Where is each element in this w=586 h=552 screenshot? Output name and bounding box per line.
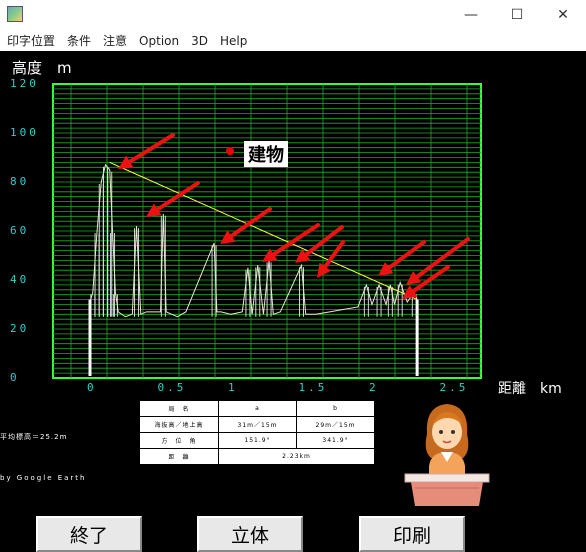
menu-print-position[interactable]: 印字位置 (0, 32, 60, 49)
table-row-height-b: 29m／15m (296, 416, 375, 433)
x-tick-label: 0.5 (157, 381, 187, 394)
x-tick-label: 1.5 (298, 381, 328, 394)
table-row-azimuth-b: 341.9° (296, 432, 375, 449)
close-button[interactable]: ✕ (540, 0, 586, 30)
table-row-distance-label: 距 離 (139, 448, 219, 465)
menu-3d[interactable]: 3D (184, 34, 213, 48)
table-row-height-a: 31m／15m (218, 416, 297, 433)
menu-notes[interactable]: 注意 (96, 32, 132, 49)
x-axis-label: 距離 km (498, 381, 562, 397)
building-marker-dot (226, 147, 234, 155)
table-row-distance-value: 2.23km (218, 448, 375, 465)
y-tick-label: 80 (10, 175, 30, 188)
presenter-character-icon (404, 404, 490, 506)
minimize-button[interactable]: — (448, 0, 494, 30)
x-tick-label: 1 (228, 381, 238, 394)
title-bar: — ☐ ✕ (0, 0, 586, 30)
y-tick-label: 20 (10, 322, 30, 335)
menu-help[interactable]: Help (213, 34, 252, 48)
print-button[interactable]: 印刷 (359, 516, 465, 552)
table-header-station: 局 名 (139, 400, 219, 417)
y-tick-label: 60 (10, 224, 30, 237)
table-row-azimuth-label: 方 位 角 (139, 432, 219, 449)
menu-option[interactable]: Option (132, 34, 184, 48)
station-info-table: 局 名 a b 海抜高／地上高 31m／15m 29m／15m 方 位 角 15… (139, 400, 375, 465)
table-row-height-label: 海抜高／地上高 (139, 416, 219, 433)
credit-note: by Google Earth (0, 474, 87, 482)
y-tick-label: 0 (10, 371, 20, 384)
table-row-azimuth-a: 151.9° (218, 432, 297, 449)
x-tick-label: 2.5 (439, 381, 469, 394)
table-header-b: b (296, 400, 375, 417)
y-tick-label: 100 (10, 126, 39, 139)
main-canvas: 高度 m 120 100 80 60 40 20 0 0 0.5 1 1.5 2 2.5 建物 距離 … (0, 51, 586, 552)
table-header-a: a (218, 400, 297, 417)
elevation-profile-chart (52, 83, 482, 379)
maximize-button[interactable]: ☐ (494, 0, 540, 30)
building-label: 建物 (244, 141, 288, 167)
x-tick-label: 2 (369, 381, 379, 394)
average-elevation-note: 平均標高＝25.2m (0, 433, 68, 441)
exit-button[interactable]: 終了 (36, 516, 142, 552)
x-tick-label: 0 (87, 381, 97, 394)
3d-view-button[interactable]: 立体 (197, 516, 303, 552)
y-tick-label: 120 (10, 77, 39, 90)
app-icon (7, 6, 23, 22)
y-tick-label: 40 (10, 273, 30, 286)
menu-bar: 印字位置 条件 注意 Option 3D Help (0, 30, 586, 51)
menu-conditions[interactable]: 条件 (60, 32, 96, 49)
